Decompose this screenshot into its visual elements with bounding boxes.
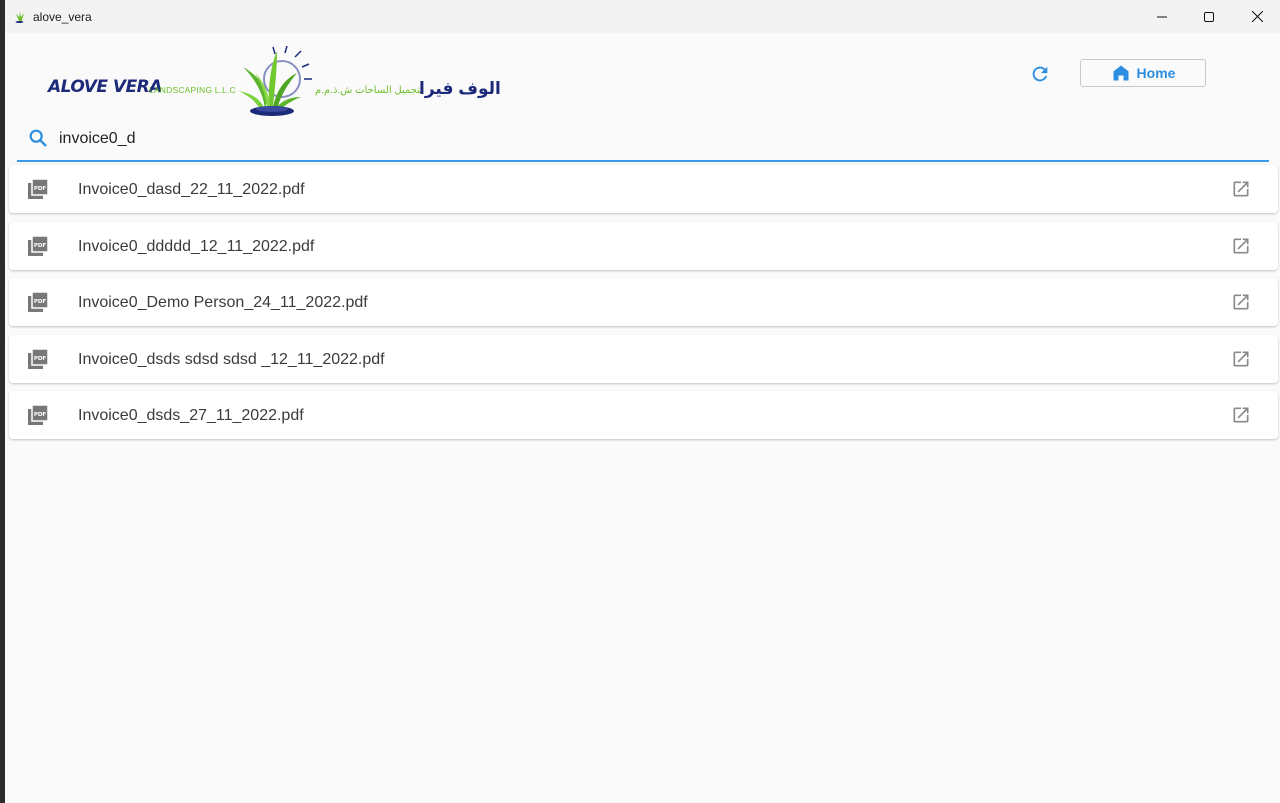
maximize-button[interactable] bbox=[1186, 0, 1232, 33]
file-name: Invoice0_Demo Person_24_11_2022.pdf bbox=[78, 294, 368, 311]
open-external-icon[interactable] bbox=[1231, 236, 1251, 256]
file-row[interactable]: PDF Invoice0_dasd_22_11_2022.pdf bbox=[9, 165, 1278, 213]
open-external-icon[interactable] bbox=[1231, 292, 1251, 312]
minimize-button[interactable] bbox=[1139, 0, 1185, 33]
home-icon bbox=[1113, 65, 1129, 81]
file-row[interactable]: PDF Invoice0_Demo Person_24_11_2022.pdf bbox=[9, 278, 1278, 326]
open-external-icon[interactable] bbox=[1231, 349, 1251, 369]
app-header: ALOVE VERA LANDSCAPING L.L.C لتجميل السا… bbox=[5, 33, 1280, 123]
maximize-icon bbox=[1204, 11, 1214, 22]
app-window: alove_vera ALOVE VERA LANDSCAPING L.L.C bbox=[5, 0, 1280, 803]
pdf-file-icon: PDF bbox=[28, 404, 49, 425]
logo-arabic-subtitle: لتجميل الساحات ش.ذ.م.م bbox=[315, 85, 424, 96]
aloe-plant-graphic bbox=[239, 45, 312, 116]
home-button[interactable]: Home bbox=[1080, 59, 1206, 87]
minimize-icon bbox=[1157, 16, 1167, 17]
file-row[interactable]: PDF Invoice0_dsds_27_11_2022.pdf bbox=[9, 391, 1278, 439]
home-button-label: Home bbox=[1136, 65, 1176, 81]
app-logo-icon bbox=[15, 11, 24, 23]
window-title: alove_vera bbox=[33, 10, 92, 24]
search-bar bbox=[17, 123, 1269, 162]
file-name: Invoice0_dasd_22_11_2022.pdf bbox=[78, 181, 305, 198]
logo-english-subtitle: LANDSCAPING L.L.C bbox=[149, 85, 237, 95]
svg-text:PDF: PDF bbox=[34, 412, 47, 418]
svg-text:PDF: PDF bbox=[34, 186, 47, 192]
close-button[interactable] bbox=[1234, 0, 1280, 33]
open-external-icon[interactable] bbox=[1231, 405, 1251, 425]
file-name: Invoice0_dsds sdsd sdsd _12_11_2022.pdf bbox=[78, 350, 385, 368]
search-icon bbox=[29, 129, 47, 147]
refresh-icon bbox=[1032, 66, 1048, 82]
svg-text:PDF: PDF bbox=[34, 243, 47, 249]
search-input[interactable] bbox=[57, 125, 1261, 153]
pdf-file-icon: PDF bbox=[28, 347, 49, 369]
pdf-file-icon: PDF bbox=[28, 234, 49, 256]
file-list: PDF Invoice0_dasd_22_11_2022.pdf PDF Inv… bbox=[9, 165, 1278, 448]
title-bar: alove_vera bbox=[5, 0, 1280, 33]
company-logo: ALOVE VERA LANDSCAPING L.L.C لتجميل السا… bbox=[45, 41, 515, 116]
pdf-file-icon: PDF bbox=[28, 178, 49, 199]
pdf-file-icon: PDF bbox=[28, 291, 49, 312]
file-name: Invoice0_dsds_27_11_2022.pdf bbox=[78, 407, 304, 424]
file-row[interactable]: PDF Invoice0_dsds sdsd sdsd _12_11_2022.… bbox=[9, 334, 1278, 383]
file-row[interactable]: PDF Invoice0_ddddd_12_11_2022.pdf bbox=[9, 221, 1278, 270]
refresh-button[interactable] bbox=[1026, 60, 1054, 88]
logo-arabic-name: الوف فيرا bbox=[419, 79, 501, 98]
logo-english-name: ALOVE VERA bbox=[48, 77, 162, 97]
open-external-icon[interactable] bbox=[1231, 179, 1251, 199]
close-icon bbox=[1251, 11, 1263, 22]
file-name: Invoice0_ddddd_12_11_2022.pdf bbox=[78, 237, 315, 255]
svg-text:PDF: PDF bbox=[34, 356, 47, 362]
svg-text:PDF: PDF bbox=[34, 299, 47, 305]
